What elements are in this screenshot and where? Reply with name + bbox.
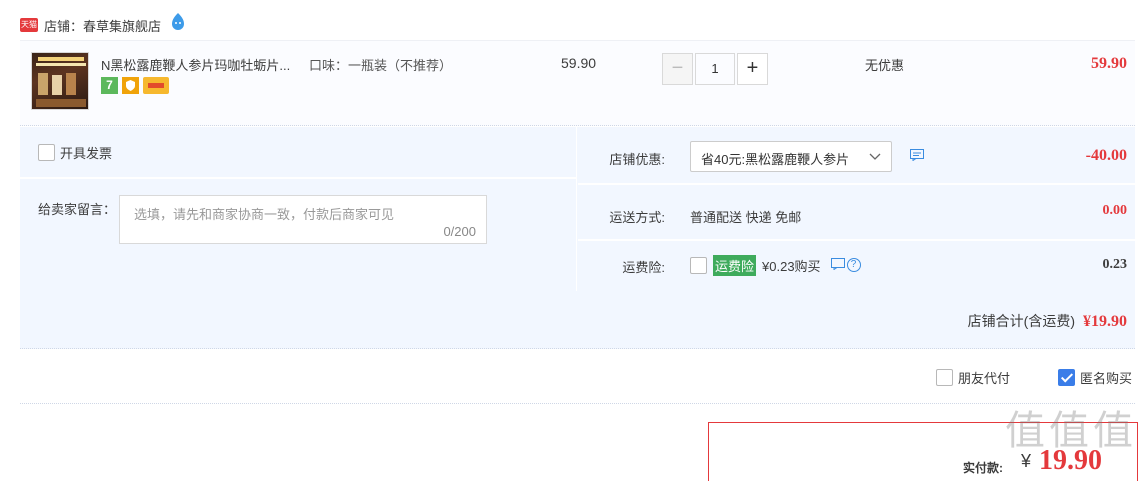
invoice-option[interactable]: 开具发票 [38, 143, 112, 162]
increase-quantity-button[interactable]: + [737, 53, 768, 85]
service-tags: 7 [101, 77, 169, 94]
payment-options: 朋友代付 匿名购买 [20, 350, 1135, 404]
product-thumbnail[interactable] [31, 52, 89, 110]
quantity-stepper: − 1 + [662, 53, 768, 85]
shop-discount-amount: -40.00 [1085, 147, 1127, 164]
shop-discount-value: 省40元:黑松露鹿鞭人参片 [701, 152, 850, 167]
product-sku: 口味：一瓶装（不推荐） [309, 58, 453, 73]
wangwang-icon[interactable] [169, 12, 187, 30]
shop-discount-row: 店铺优惠: 省40元:黑松露鹿鞭人参片 -40.00 [578, 127, 1135, 185]
insurance-label: 运费险: [622, 260, 665, 275]
shop-total-amount: ¥19.90 [1083, 313, 1127, 330]
help-icon[interactable]: ? [846, 258, 861, 272]
anonymous-label: 匿名购买 [1080, 371, 1133, 386]
shop-discount-select[interactable]: 省40元:黑松露鹿鞭人参片 [690, 141, 892, 172]
shipping-method: 普通配送 快递 免邮 [690, 210, 802, 225]
item-subtotal: 59.90 [1091, 55, 1127, 72]
shop-total-label: 店铺合计(含运费) [967, 313, 1075, 329]
order-fees: 店铺优惠: 省40元:黑松露鹿鞭人参片 -40.00 运送方式: 普通配送 快递… [578, 127, 1135, 291]
shop-total: 店铺合计(含运费) ¥19.90 [968, 311, 1127, 331]
message-icon[interactable] [830, 258, 845, 273]
product-title-link[interactable]: N黑松露鹿鞭人参片玛咖牡蛎片... [101, 55, 301, 74]
order-detail-block: 开具发票 给卖家留言： 选填，请先和商家协商一致，付款后商家可见 0/200 店… [20, 127, 1135, 349]
item-discount: 无优惠 [865, 58, 905, 73]
seller-memo-textarea[interactable]: 选填，请先和商家协商一致，付款后商家可见 0/200 [119, 195, 487, 244]
memo-char-count: 0/200 [443, 224, 476, 239]
memo-placeholder: 选填，请先和商家协商一致，付款后商家可见 [134, 207, 395, 222]
payment-label: 实付款: [963, 461, 1003, 475]
friend-pay-checkbox[interactable] [936, 369, 953, 386]
shop-header: 天猫 店铺：春草集旗舰店 [20, 12, 187, 36]
divider [20, 177, 577, 179]
friend-pay-label: 朋友代付 [958, 371, 1011, 386]
friend-pay-option[interactable]: 朋友代付 [936, 368, 1010, 387]
order-extras: 开具发票 给卖家留言： 选填，请先和商家协商一致，付款后商家可见 0/200 [20, 127, 577, 291]
message-icon[interactable] [910, 149, 924, 162]
invoice-checkbox[interactable] [38, 144, 55, 161]
tmall-badge: 天猫 [20, 18, 38, 32]
shop-discount-label: 店铺优惠: [609, 152, 665, 167]
item-row: N黑松露鹿鞭人参片玛咖牡蛎片... 7 口味：一瓶装（不推荐） 59.90 − … [20, 40, 1135, 126]
quantity-input[interactable]: 1 [695, 53, 735, 85]
anonymous-checkbox[interactable] [1058, 369, 1075, 386]
chevron-down-icon [869, 150, 881, 162]
anonymous-option[interactable]: 匿名购买 [1058, 368, 1132, 387]
insurance-badge: 运费险 [713, 255, 757, 276]
guarantee-shield-icon[interactable] [122, 77, 139, 94]
shop-name-link[interactable]: 店铺：春草集旗舰店 [44, 16, 161, 35]
shipping-amount: 0.00 [1102, 203, 1128, 218]
shipping-row: 运送方式: 普通配送 快递 免邮 0.00 [578, 185, 1135, 241]
insurance-price: ¥0.23购买 [762, 259, 821, 274]
seven-day-return-icon[interactable]: 7 [101, 77, 118, 94]
insurance-option: 运费险 ¥0.23购买 ? [690, 255, 861, 276]
insurance-checkbox[interactable] [690, 257, 707, 274]
insurance-row: 运费险: 运费险 ¥0.23购买 ? 0.23 [578, 241, 1135, 291]
shipping-label: 运送方式: [609, 210, 665, 225]
credit-card-icon[interactable] [143, 77, 169, 94]
invoice-label: 开具发票 [60, 146, 113, 161]
insurance-icons: ? [830, 258, 861, 273]
decrease-quantity-button[interactable]: − [662, 53, 693, 85]
watermark: 值值值 [1005, 408, 1137, 454]
unit-price: 59.90 [561, 55, 597, 71]
memo-label: 给卖家留言： [38, 202, 117, 217]
insurance-amount: 0.23 [1102, 257, 1128, 272]
